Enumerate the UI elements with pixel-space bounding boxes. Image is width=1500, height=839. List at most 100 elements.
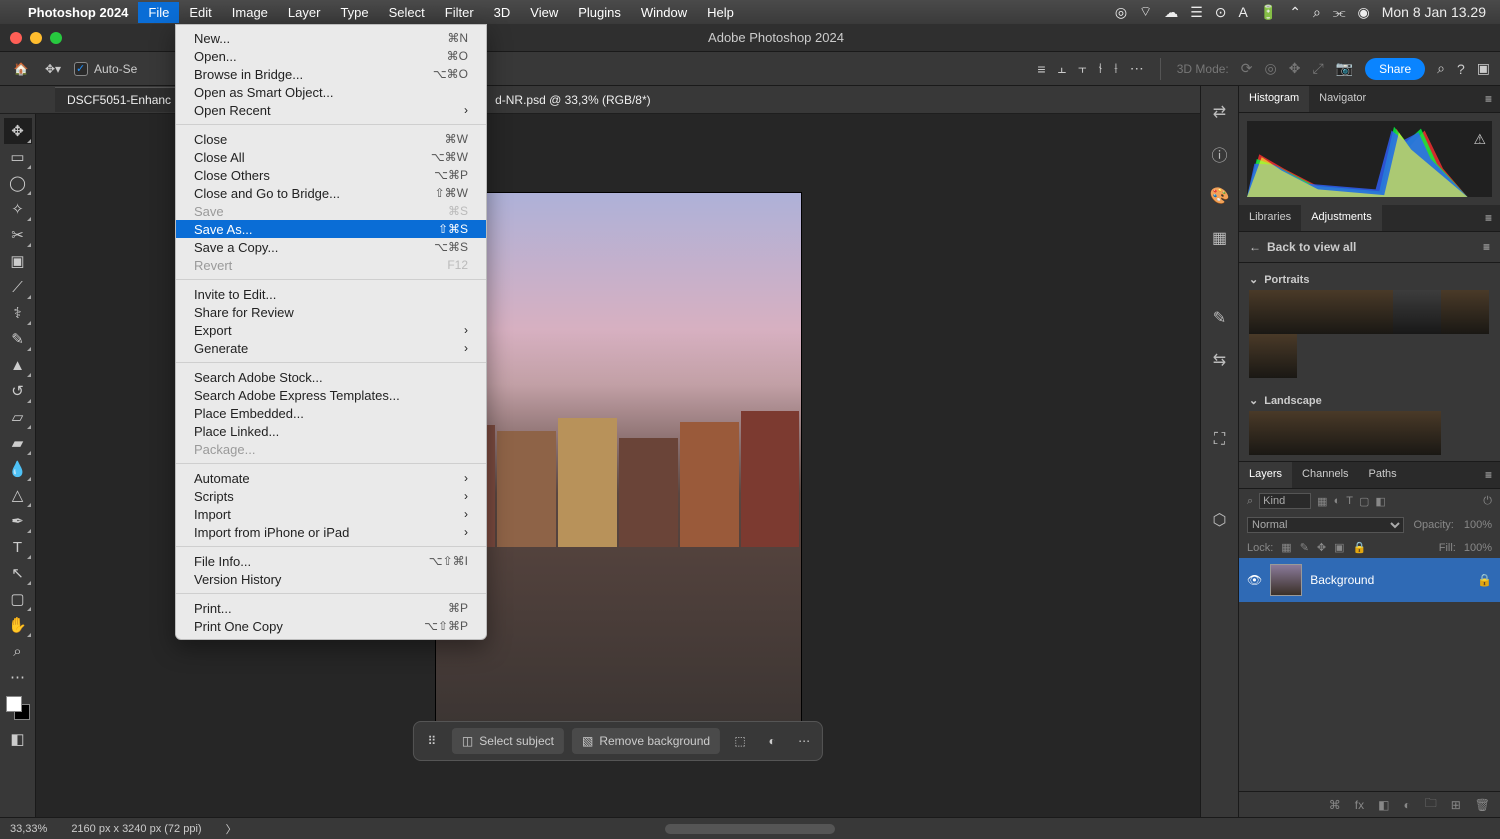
- gradient-tool[interactable]: ▰: [4, 430, 32, 456]
- preset-thumb[interactable]: [1345, 411, 1393, 455]
- zoom-level[interactable]: 33,33%: [10, 823, 47, 835]
- move-tool-icon[interactable]: ✥▾: [42, 58, 64, 80]
- menu-window[interactable]: Window: [631, 2, 697, 23]
- stacks-icon[interactable]: ☰: [1190, 4, 1203, 21]
- adjustment-icon[interactable]: ◐: [760, 729, 784, 753]
- swatches-panel-icon[interactable]: ▦: [1208, 226, 1232, 250]
- menu-item-generate[interactable]: Generate›: [176, 339, 486, 357]
- healing-brush-tool[interactable]: ⚕: [4, 300, 32, 326]
- layer-row-background[interactable]: 👁 Background 🔒: [1239, 558, 1500, 602]
- adjustments-tab[interactable]: Adjustments: [1301, 205, 1382, 231]
- menu-item-export[interactable]: Export›: [176, 321, 486, 339]
- control-center-icon[interactable]: ⫘: [1333, 4, 1346, 21]
- lasso-tool[interactable]: ◯: [4, 170, 32, 196]
- shape-tool[interactable]: ▢: [4, 586, 32, 612]
- preset-thumb[interactable]: [1393, 411, 1441, 455]
- filter-type-icon[interactable]: T: [1346, 495, 1353, 507]
- preset-thumb[interactable]: [1393, 290, 1441, 334]
- list-view-icon[interactable]: ≡: [1483, 240, 1490, 254]
- menu-item-open-as-smart-object[interactable]: Open as Smart Object...: [176, 83, 486, 101]
- record-status-icon[interactable]: ◎: [1115, 4, 1127, 21]
- link-layers-icon[interactable]: ⌘: [1329, 798, 1341, 812]
- delete-layer-icon[interactable]: 🗑: [1475, 798, 1490, 812]
- clock[interactable]: Mon 8 Jan 13.29: [1382, 4, 1486, 20]
- character-panel-icon[interactable]: ⛶: [1208, 428, 1232, 452]
- group-icon[interactable]: 🗀: [1425, 794, 1437, 815]
- menu-item-print-one-copy[interactable]: Print One Copy⌥⇧⌘P: [176, 617, 486, 635]
- more-icon[interactable]: ⋯: [792, 729, 816, 753]
- menu-layer[interactable]: Layer: [278, 2, 331, 23]
- weather-icon[interactable]: ☁︎: [1164, 4, 1178, 21]
- preset-thumb[interactable]: [1441, 290, 1489, 334]
- lock-transparent-icon[interactable]: ▦: [1281, 541, 1291, 554]
- align-hcenter-icon[interactable]: ⟊: [1114, 60, 1118, 77]
- marquee-tool[interactable]: ▭: [4, 144, 32, 170]
- navigator-tab[interactable]: Navigator: [1309, 86, 1376, 112]
- menu-item-close[interactable]: Close⌘W: [176, 130, 486, 148]
- lock-position-icon[interactable]: ✥: [1317, 541, 1326, 554]
- zoom-tool[interactable]: ⌕: [4, 638, 32, 664]
- path-selection-tool[interactable]: ↖: [4, 560, 32, 586]
- blur-tool[interactable]: 💧: [4, 456, 32, 482]
- filter-shape-icon[interactable]: ▢: [1359, 495, 1369, 508]
- play-icon[interactable]: ⊙: [1215, 4, 1227, 21]
- creative-cloud-icon[interactable]: ⌔: [1139, 3, 1152, 21]
- menu-item-save-a-copy[interactable]: Save a Copy...⌥⌘S: [176, 238, 486, 256]
- menu-item-automate[interactable]: Automate›: [176, 469, 486, 487]
- lock-pixels-icon[interactable]: ✎: [1300, 541, 1309, 554]
- filter-pixel-icon[interactable]: ▦: [1317, 495, 1327, 508]
- layers-tab[interactable]: Layers: [1239, 462, 1292, 488]
- 3d-roll-icon[interactable]: ◎: [1265, 60, 1277, 77]
- magic-wand-tool[interactable]: ✧: [4, 196, 32, 222]
- menu-item-import-from-iphone-or-ipad[interactable]: Import from iPhone or iPad›: [176, 523, 486, 541]
- home-button[interactable]: 🏠: [10, 58, 32, 80]
- preset-thumb[interactable]: [1249, 411, 1297, 455]
- layer-lock-icon[interactable]: 🔒: [1477, 573, 1492, 587]
- menu-filter[interactable]: Filter: [435, 2, 484, 23]
- pen-tool[interactable]: ✒: [4, 508, 32, 534]
- layer-thumbnail[interactable]: [1270, 564, 1302, 596]
- menu-file[interactable]: File: [138, 2, 179, 23]
- menu-item-close-others[interactable]: Close Others⌥⌘P: [176, 166, 486, 184]
- filter-toggle-icon[interactable]: ⏻: [1483, 495, 1492, 508]
- lock-all-icon[interactable]: 🔒: [1353, 541, 1367, 554]
- menu-item-search-adobe-stock[interactable]: Search Adobe Stock...: [176, 368, 486, 386]
- menu-select[interactable]: Select: [379, 2, 435, 23]
- edit-toolbar[interactable]: ⋯: [4, 664, 32, 690]
- layer-name[interactable]: Background: [1310, 573, 1374, 587]
- doc-dimensions[interactable]: 2160 px x 3240 px (72 ppi): [71, 823, 201, 835]
- preset-thumb[interactable]: [1297, 290, 1345, 334]
- menu-item-open-recent[interactable]: Open Recent›: [176, 101, 486, 119]
- clone-stamp-tool[interactable]: ▲: [4, 352, 32, 378]
- filter-adjustment-icon[interactable]: ◐: [1334, 495, 1341, 507]
- clone-source-panel-icon[interactable]: ⇆: [1208, 348, 1232, 372]
- opacity-value[interactable]: 100%: [1464, 519, 1492, 531]
- menu-item-invite-to-edit[interactable]: Invite to Edit...: [176, 285, 486, 303]
- foreground-color-swatch[interactable]: [6, 696, 22, 712]
- libraries-tab[interactable]: Libraries: [1239, 205, 1301, 231]
- crop-tool[interactable]: ✂: [4, 222, 32, 248]
- preset-thumb[interactable]: [1297, 411, 1345, 455]
- eraser-tool[interactable]: ▱: [4, 404, 32, 430]
- status-arrow-icon[interactable]: 〉: [226, 821, 237, 837]
- 3d-pan-icon[interactable]: ✥: [1289, 60, 1301, 77]
- fill-value[interactable]: 100%: [1464, 542, 1492, 554]
- align-vcenter-icon[interactable]: ⫟: [1078, 60, 1086, 77]
- search-icon[interactable]: ⌕: [1437, 60, 1445, 77]
- menu-help[interactable]: Help: [697, 2, 744, 23]
- app-name[interactable]: Photoshop 2024: [18, 5, 138, 20]
- battery-icon[interactable]: 🔋: [1260, 4, 1277, 21]
- 3d-slide-icon[interactable]: ⤢: [1312, 60, 1323, 77]
- color-panel-icon[interactable]: 🎨: [1208, 184, 1232, 208]
- preset-thumb[interactable]: [1249, 290, 1297, 334]
- window-zoom-button[interactable]: [50, 32, 62, 44]
- dodge-tool[interactable]: △: [4, 482, 32, 508]
- layer-filter-kind[interactable]: [1259, 493, 1311, 509]
- keyboard-icon[interactable]: A: [1239, 4, 1248, 20]
- eyedropper-tool[interactable]: ⟋: [4, 274, 32, 300]
- menu-item-open[interactable]: Open...⌘O: [176, 47, 486, 65]
- align-top-icon[interactable]: ⫠: [1058, 60, 1066, 77]
- hand-tool[interactable]: ✋: [4, 612, 32, 638]
- align-left-icon[interactable]: ≡: [1037, 61, 1045, 77]
- 3d-camera-icon[interactable]: 📷: [1336, 60, 1353, 77]
